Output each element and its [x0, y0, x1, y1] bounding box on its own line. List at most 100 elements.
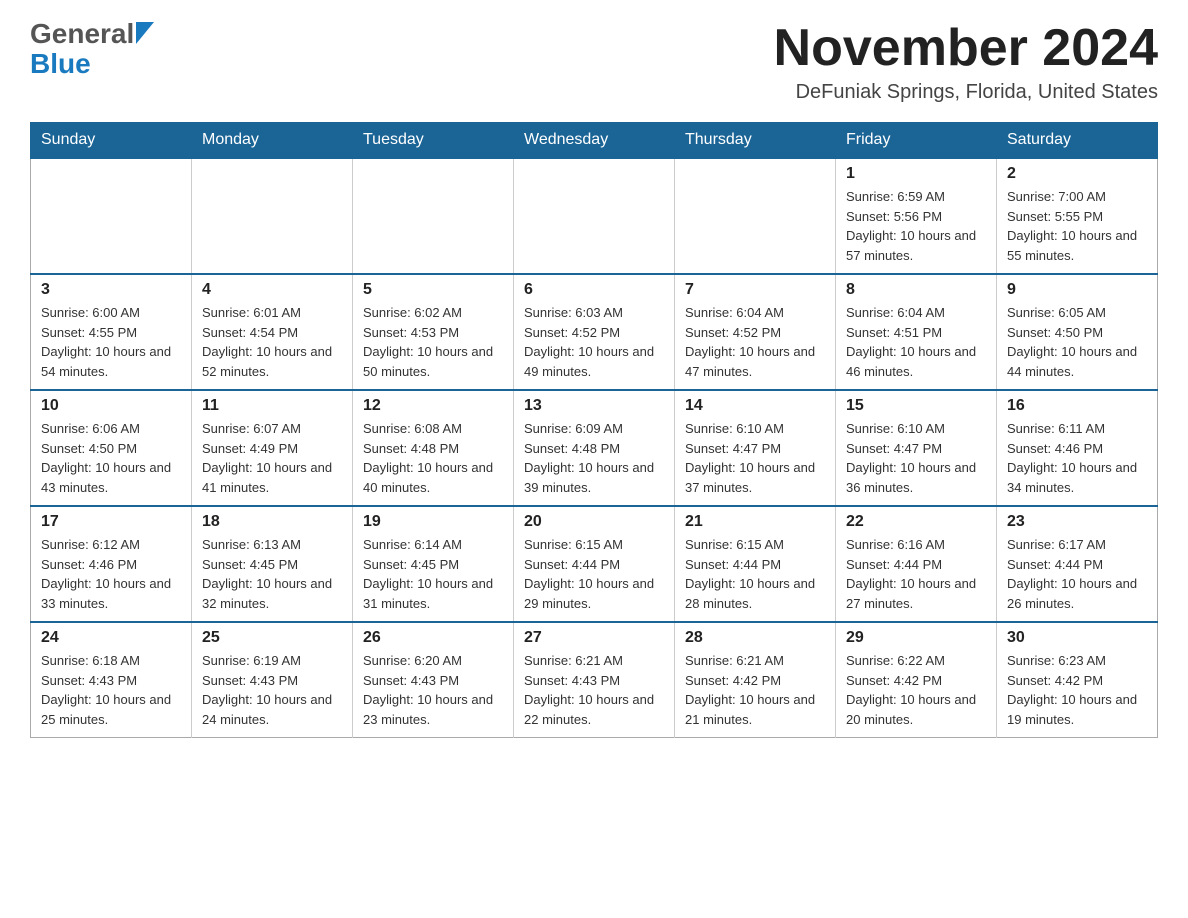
calendar-cell: 6 Sunrise: 6:03 AMSunset: 4:52 PMDaylight… [514, 274, 675, 390]
calendar-header-sunday: Sunday [31, 123, 192, 159]
day-number: 5 [363, 281, 503, 299]
day-info: Sunrise: 6:04 AMSunset: 4:52 PMDaylight:… [685, 303, 825, 381]
day-info: Sunrise: 6:08 AMSunset: 4:48 PMDaylight:… [363, 419, 503, 497]
title-area: November 2024 DeFuniak Springs, Florida,… [774, 20, 1158, 104]
calendar-table: SundayMondayTuesdayWednesdayThursdayFrid… [30, 122, 1158, 738]
calendar-cell: 10 Sunrise: 6:06 AMSunset: 4:50 PMDayligh… [31, 390, 192, 506]
day-number: 3 [41, 281, 181, 299]
day-info: Sunrise: 6:02 AMSunset: 4:53 PMDaylight:… [363, 303, 503, 381]
calendar-cell: 28 Sunrise: 6:21 AMSunset: 4:42 PMDayligh… [675, 622, 836, 738]
calendar-cell: 22 Sunrise: 6:16 AMSunset: 4:44 PMDayligh… [836, 506, 997, 622]
day-number: 13 [524, 397, 664, 415]
day-info: Sunrise: 6:09 AMSunset: 4:48 PMDaylight:… [524, 419, 664, 497]
day-info: Sunrise: 6:59 AMSunset: 5:56 PMDaylight:… [846, 187, 986, 265]
calendar-header-friday: Friday [836, 123, 997, 159]
month-year-title: November 2024 [774, 20, 1158, 77]
calendar-cell: 18 Sunrise: 6:13 AMSunset: 4:45 PMDayligh… [192, 506, 353, 622]
day-number: 4 [202, 281, 342, 299]
day-info: Sunrise: 6:06 AMSunset: 4:50 PMDaylight:… [41, 419, 181, 497]
calendar-cell: 20 Sunrise: 6:15 AMSunset: 4:44 PMDayligh… [514, 506, 675, 622]
logo: General Blue [30, 20, 154, 80]
day-info: Sunrise: 6:14 AMSunset: 4:45 PMDaylight:… [363, 535, 503, 613]
day-number: 24 [41, 629, 181, 647]
calendar-week-row: 10 Sunrise: 6:06 AMSunset: 4:50 PMDayligh… [31, 390, 1158, 506]
day-number: 7 [685, 281, 825, 299]
calendar-cell: 16 Sunrise: 6:11 AMSunset: 4:46 PMDayligh… [997, 390, 1158, 506]
day-info: Sunrise: 6:11 AMSunset: 4:46 PMDaylight:… [1007, 419, 1147, 497]
calendar-cell: 21 Sunrise: 6:15 AMSunset: 4:44 PMDayligh… [675, 506, 836, 622]
day-info: Sunrise: 6:05 AMSunset: 4:50 PMDaylight:… [1007, 303, 1147, 381]
day-number: 2 [1007, 165, 1147, 183]
day-number: 16 [1007, 397, 1147, 415]
calendar-week-row: 1 Sunrise: 6:59 AMSunset: 5:56 PMDaylight… [31, 158, 1158, 274]
day-info: Sunrise: 6:18 AMSunset: 4:43 PMDaylight:… [41, 651, 181, 729]
calendar-header-tuesday: Tuesday [353, 123, 514, 159]
day-number: 18 [202, 513, 342, 531]
day-number: 22 [846, 513, 986, 531]
day-info: Sunrise: 6:15 AMSunset: 4:44 PMDaylight:… [524, 535, 664, 613]
day-info: Sunrise: 6:07 AMSunset: 4:49 PMDaylight:… [202, 419, 342, 497]
calendar-week-row: 24 Sunrise: 6:18 AMSunset: 4:43 PMDayligh… [31, 622, 1158, 738]
calendar-header-saturday: Saturday [997, 123, 1158, 159]
day-info: Sunrise: 6:04 AMSunset: 4:51 PMDaylight:… [846, 303, 986, 381]
day-number: 8 [846, 281, 986, 299]
day-info: Sunrise: 6:03 AMSunset: 4:52 PMDaylight:… [524, 303, 664, 381]
day-number: 10 [41, 397, 181, 415]
day-number: 6 [524, 281, 664, 299]
day-number: 25 [202, 629, 342, 647]
day-number: 15 [846, 397, 986, 415]
calendar-cell: 24 Sunrise: 6:18 AMSunset: 4:43 PMDayligh… [31, 622, 192, 738]
calendar-week-row: 3 Sunrise: 6:00 AMSunset: 4:55 PMDaylight… [31, 274, 1158, 390]
header: General Blue November 2024 DeFuniak Spri… [30, 20, 1158, 104]
calendar-header-wednesday: Wednesday [514, 123, 675, 159]
calendar-cell: 5 Sunrise: 6:02 AMSunset: 4:53 PMDaylight… [353, 274, 514, 390]
calendar-cell: 14 Sunrise: 6:10 AMSunset: 4:47 PMDayligh… [675, 390, 836, 506]
calendar-cell: 29Sunrise: 6:22 AMSunset: 4:42 PMDayligh… [836, 622, 997, 738]
calendar-cell [353, 158, 514, 274]
day-number: 9 [1007, 281, 1147, 299]
calendar-cell: 2Sunrise: 7:00 AMSunset: 5:55 PMDaylight… [997, 158, 1158, 274]
day-number: 26 [363, 629, 503, 647]
calendar-body: 1 Sunrise: 6:59 AMSunset: 5:56 PMDaylight… [31, 158, 1158, 738]
day-info: Sunrise: 6:17 AMSunset: 4:44 PMDaylight:… [1007, 535, 1147, 613]
day-info: Sunrise: 6:00 AMSunset: 4:55 PMDaylight:… [41, 303, 181, 381]
calendar-cell: 30 Sunrise: 6:23 AMSunset: 4:42 PMDayligh… [997, 622, 1158, 738]
calendar-header-thursday: Thursday [675, 123, 836, 159]
calendar-cell: 27Sunrise: 6:21 AMSunset: 4:43 PMDayligh… [514, 622, 675, 738]
day-info: Sunrise: 6:13 AMSunset: 4:45 PMDaylight:… [202, 535, 342, 613]
calendar-cell: 12 Sunrise: 6:08 AMSunset: 4:48 PMDayligh… [353, 390, 514, 506]
day-info: Sunrise: 6:21 AMSunset: 4:42 PMDaylight:… [685, 651, 825, 729]
calendar-cell [192, 158, 353, 274]
calendar-cell: 7 Sunrise: 6:04 AMSunset: 4:52 PMDaylight… [675, 274, 836, 390]
day-number: 30 [1007, 629, 1147, 647]
day-number: 19 [363, 513, 503, 531]
calendar-cell [675, 158, 836, 274]
day-info: Sunrise: 6:20 AMSunset: 4:43 PMDaylight:… [363, 651, 503, 729]
day-info: Sunrise: 6:16 AMSunset: 4:44 PMDaylight:… [846, 535, 986, 613]
day-info: Sunrise: 6:12 AMSunset: 4:46 PMDaylight:… [41, 535, 181, 613]
calendar-cell: 26 Sunrise: 6:20 AMSunset: 4:43 PMDayligh… [353, 622, 514, 738]
calendar-cell: 17Sunrise: 6:12 AMSunset: 4:46 PMDayligh… [31, 506, 192, 622]
day-info: Sunrise: 6:21 AMSunset: 4:43 PMDaylight:… [524, 651, 664, 729]
calendar-cell: 15Sunrise: 6:10 AMSunset: 4:47 PMDayligh… [836, 390, 997, 506]
calendar-cell: 8 Sunrise: 6:04 AMSunset: 4:51 PMDaylight… [836, 274, 997, 390]
day-info: Sunrise: 6:23 AMSunset: 4:42 PMDaylight:… [1007, 651, 1147, 729]
day-number: 1 [846, 165, 986, 183]
day-info: Sunrise: 6:15 AMSunset: 4:44 PMDaylight:… [685, 535, 825, 613]
calendar-header-monday: Monday [192, 123, 353, 159]
day-info: Sunrise: 6:19 AMSunset: 4:43 PMDaylight:… [202, 651, 342, 729]
calendar-cell [514, 158, 675, 274]
calendar-cell: 11 Sunrise: 6:07 AMSunset: 4:49 PMDayligh… [192, 390, 353, 506]
calendar-week-row: 17Sunrise: 6:12 AMSunset: 4:46 PMDayligh… [31, 506, 1158, 622]
logo-arrow-icon [136, 22, 154, 44]
day-info: Sunrise: 6:10 AMSunset: 4:47 PMDaylight:… [685, 419, 825, 497]
day-number: 14 [685, 397, 825, 415]
calendar-cell: 1 Sunrise: 6:59 AMSunset: 5:56 PMDaylight… [836, 158, 997, 274]
day-number: 11 [202, 397, 342, 415]
day-number: 21 [685, 513, 825, 531]
day-number: 20 [524, 513, 664, 531]
day-number: 23 [1007, 513, 1147, 531]
day-number: 12 [363, 397, 503, 415]
day-number: 28 [685, 629, 825, 647]
calendar-cell: 19 Sunrise: 6:14 AMSunset: 4:45 PMDayligh… [353, 506, 514, 622]
